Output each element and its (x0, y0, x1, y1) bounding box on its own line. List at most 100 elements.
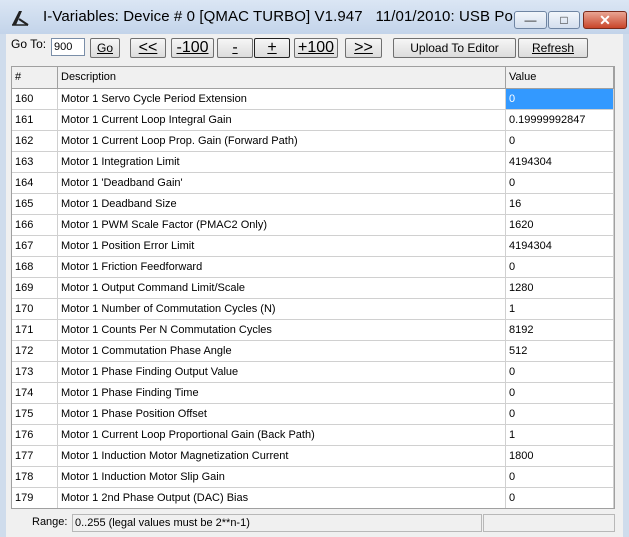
row-value-cell[interactable]: 0 (506, 383, 614, 403)
grid-header: # Description Value (12, 67, 614, 89)
table-row[interactable]: 167 Motor 1 Position Error Limit 4194304 (12, 236, 614, 257)
row-description-cell: Motor 1 Number of Commutation Cycles (N) (58, 299, 506, 319)
column-header-description[interactable]: Description (58, 67, 506, 88)
minus-100-button[interactable]: -100 (171, 38, 214, 58)
table-row[interactable]: 161 Motor 1 Current Loop Integral Gain 0.1… (12, 110, 614, 131)
plus-100-button-label: +100 (297, 39, 335, 56)
table-row[interactable]: 171 Motor 1 Counts Per N Commutation Cycl… (12, 320, 614, 341)
minimize-icon: — (524, 13, 537, 27)
row-number-cell: 178 (12, 467, 58, 487)
row-number-cell: 177 (12, 446, 58, 466)
row-value-cell[interactable]: 1 (506, 299, 614, 319)
table-row[interactable]: 178 Motor 1 Induction Motor Slip Gain 0 (12, 467, 614, 488)
table-row[interactable]: 163 Motor 1 Integration Limit 4194304 (12, 152, 614, 173)
table-row[interactable]: 172 Motor 1 Commutation Phase Angle 512 (12, 341, 614, 362)
title-bar[interactable]: I-Variables: Device # 0 [QMAC TURBO] V1.… (0, 0, 629, 34)
table-row[interactable]: 169 Motor 1 Output Command Limit/Scale 128… (12, 278, 614, 299)
row-value-cell[interactable]: 0.19999992847 (506, 110, 614, 130)
table-row[interactable]: 175 Motor 1 Phase Position Offset 0 (12, 404, 614, 425)
table-row[interactable]: 166 Motor 1 PWM Scale Factor (PMAC2 Only)… (12, 215, 614, 236)
window-title: I-Variables: Device # 0 [QMAC TURBO] V1.… (43, 8, 523, 25)
row-number-cell: 175 (12, 404, 58, 424)
upload-to-editor-label: Upload To Editor (410, 41, 499, 55)
table-row[interactable]: 173 Motor 1 Phase Finding Output Value 0 (12, 362, 614, 383)
row-description-cell: Motor 1 Current Loop Prop. Gain (Forward… (58, 131, 506, 151)
minimize-button[interactable]: — (514, 11, 547, 29)
row-description-cell: Motor 1 Output Command Limit/Scale (58, 278, 506, 298)
minus-button[interactable]: - (217, 38, 253, 58)
row-number-cell: 172 (12, 341, 58, 361)
table-row[interactable]: 174 Motor 1 Phase Finding Time 0 (12, 383, 614, 404)
table-row[interactable]: 177 Motor 1 Induction Motor Magnetization… (12, 446, 614, 467)
row-value-cell[interactable]: 8192 (506, 320, 614, 340)
column-header-value[interactable]: Value (506, 67, 614, 88)
row-number-cell: 167 (12, 236, 58, 256)
go-button[interactable]: Go (90, 38, 120, 58)
table-row[interactable]: 165 Motor 1 Deadband Size 16 (12, 194, 614, 215)
first-button-label: << (138, 39, 158, 56)
close-button[interactable]: ✕ (583, 11, 627, 29)
row-value-cell[interactable]: 0 (506, 173, 614, 193)
i-variable-grid[interactable]: # Description Value 160 Motor 1 Servo Cyc… (11, 66, 615, 509)
close-icon: ✕ (599, 12, 611, 28)
row-description-cell: Motor 1 'Deadband Gain' (58, 173, 506, 193)
row-number-cell: 166 (12, 215, 58, 235)
row-value-cell[interactable]: 0 (506, 362, 614, 382)
row-value-cell[interactable]: 1620 (506, 215, 614, 235)
range-label: Range: (32, 516, 68, 528)
row-number-cell: 173 (12, 362, 58, 382)
row-description-cell: Motor 1 Integration Limit (58, 152, 506, 172)
row-value-cell[interactable]: 1800 (506, 446, 614, 466)
goto-input[interactable] (51, 38, 85, 56)
row-number-cell: 174 (12, 383, 58, 403)
go-button-label: Go (96, 41, 113, 55)
row-value-cell[interactable]: 0 (506, 404, 614, 424)
row-value-cell[interactable]: 0 (506, 488, 614, 508)
row-number-cell: 162 (12, 131, 58, 151)
row-description-cell: Motor 1 Phase Finding Time (58, 383, 506, 403)
plus-100-button[interactable]: +100 (294, 38, 338, 58)
row-number-cell: 161 (12, 110, 58, 130)
row-description-cell: Motor 1 Counts Per N Commutation Cycles (58, 320, 506, 340)
row-number-cell: 169 (12, 278, 58, 298)
row-value-cell[interactable]: 0 (506, 467, 614, 487)
i-variables-window: I-Variables: Device # 0 [QMAC TURBO] V1.… (0, 0, 629, 537)
maximize-button[interactable]: □ (548, 11, 580, 29)
row-value-cell[interactable]: 0 (506, 257, 614, 277)
row-value-cell[interactable]: 0 (506, 89, 614, 109)
last-button[interactable]: >> (345, 38, 382, 58)
row-description-cell: Motor 1 Servo Cycle Period Extension (58, 89, 506, 109)
first-button[interactable]: << (130, 38, 166, 58)
row-value-cell[interactable]: 512 (506, 341, 614, 361)
row-value-cell[interactable]: 1 (506, 425, 614, 445)
row-value-cell[interactable]: 16 (506, 194, 614, 214)
table-row[interactable]: 179 Motor 1 2nd Phase Output (DAC) Bias 0 (12, 488, 614, 508)
row-description-cell: Motor 1 Friction Feedforward (58, 257, 506, 277)
table-row[interactable]: 164 Motor 1 'Deadband Gain' 0 (12, 173, 614, 194)
row-number-cell: 160 (12, 89, 58, 109)
row-value-cell[interactable]: 0 (506, 131, 614, 151)
table-row[interactable]: 160 Motor 1 Servo Cycle Period Extension 0 (12, 89, 614, 110)
row-number-cell: 168 (12, 257, 58, 277)
row-value-cell[interactable]: 4194304 (506, 236, 614, 256)
table-row[interactable]: 170 Motor 1 Number of Commutation Cycles … (12, 299, 614, 320)
upload-to-editor-button[interactable]: Upload To Editor (393, 38, 516, 58)
plus-button[interactable]: + (254, 38, 290, 58)
row-value-cell[interactable]: 4194304 (506, 152, 614, 172)
goto-label: Go To: (11, 37, 47, 51)
row-description-cell: Motor 1 PWM Scale Factor (PMAC2 Only) (58, 215, 506, 235)
plus-button-label: + (267, 39, 277, 56)
row-value-cell[interactable]: 1280 (506, 278, 614, 298)
maximize-icon: □ (560, 13, 568, 27)
minus-100-button-label: -100 (176, 39, 209, 56)
table-row[interactable]: 176 Motor 1 Current Loop Proportional Gai… (12, 425, 614, 446)
table-row[interactable]: 168 Motor 1 Friction Feedforward 0 (12, 257, 614, 278)
refresh-button[interactable]: Refresh (518, 38, 588, 58)
row-description-cell: Motor 1 Commutation Phase Angle (58, 341, 506, 361)
app-icon (12, 11, 29, 26)
table-row[interactable]: 162 Motor 1 Current Loop Prop. Gain (Forw… (12, 131, 614, 152)
row-description-cell: Motor 1 Position Error Limit (58, 236, 506, 256)
row-description-cell: Motor 1 Current Loop Integral Gain (58, 110, 506, 130)
column-header-number[interactable]: # (12, 67, 58, 88)
row-number-cell: 179 (12, 488, 58, 508)
